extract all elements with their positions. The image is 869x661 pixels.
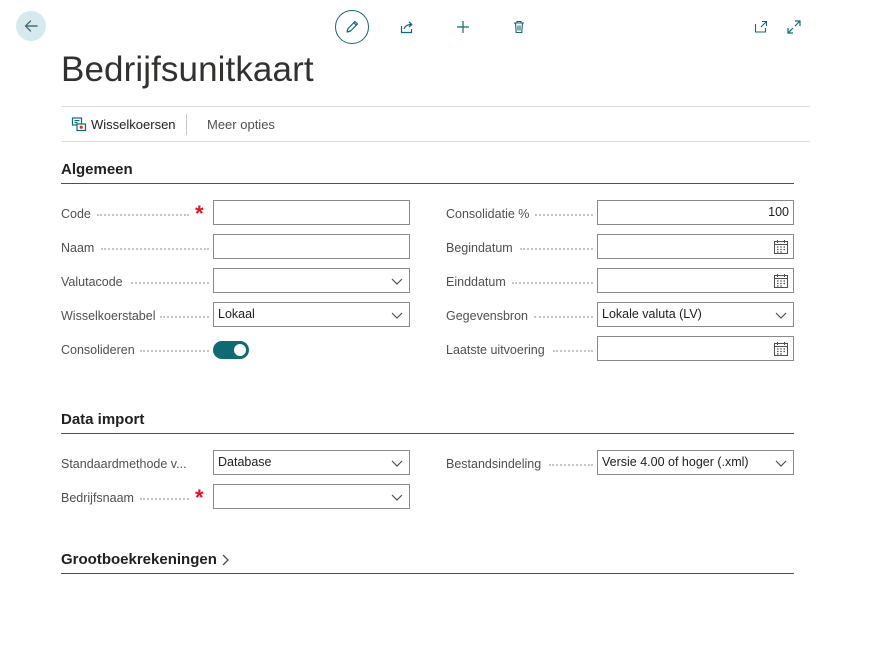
default-method-label: Standaardmethode v... bbox=[61, 457, 187, 471]
action-bar: Wisselkoersen Meer opties bbox=[61, 106, 810, 142]
file-format-leader bbox=[549, 464, 593, 466]
company-name-label: Bedrijfsnaam bbox=[61, 491, 134, 505]
last-run-label: Laatste uitvoering bbox=[446, 343, 545, 357]
company-name-leader bbox=[140, 498, 189, 500]
pencil-icon bbox=[346, 20, 359, 33]
start-date-field[interactable] bbox=[597, 234, 794, 259]
exchange-rates-action[interactable]: Wisselkoersen bbox=[71, 116, 176, 132]
chevron-down-icon bbox=[391, 278, 403, 285]
consolidate-toggle[interactable] bbox=[213, 341, 249, 359]
section-data-import-heading[interactable]: Data import bbox=[61, 411, 794, 434]
exchange-rate-table-select[interactable]: Lokaal bbox=[213, 302, 410, 327]
chevron-down-icon bbox=[391, 460, 403, 467]
consolidation-pct-leader bbox=[535, 214, 593, 216]
page-title: Bedrijfsunitkaart bbox=[61, 50, 314, 89]
trash-icon bbox=[514, 20, 524, 34]
expand-icon bbox=[787, 20, 801, 34]
currency-code-label: Valutacode bbox=[61, 275, 123, 289]
exchange-rate-table-value: Lokaal bbox=[218, 307, 255, 321]
plus-icon bbox=[457, 21, 469, 33]
file-format-select[interactable]: Versie 4.00 of hoger (.xml) bbox=[597, 450, 794, 475]
calendar-icon[interactable] bbox=[773, 273, 789, 289]
new-button[interactable] bbox=[453, 17, 473, 37]
exchange-rate-table-leader bbox=[160, 316, 209, 318]
chevron-down-icon bbox=[775, 460, 787, 467]
toggle-knob bbox=[234, 344, 246, 356]
exchange-rates-icon bbox=[71, 117, 87, 132]
open-new-window-button[interactable] bbox=[751, 17, 771, 37]
default-method-value: Database bbox=[218, 455, 272, 469]
section-general-heading[interactable]: Algemeen bbox=[61, 161, 794, 184]
expand-button[interactable] bbox=[784, 17, 804, 37]
share-icon bbox=[400, 21, 413, 34]
end-date-label: Einddatum bbox=[446, 275, 506, 289]
last-run-leader bbox=[553, 350, 593, 352]
exchange-rate-table-label: Wisselkoerstabel bbox=[61, 309, 156, 323]
last-run-field[interactable] bbox=[597, 336, 794, 361]
consolidation-pct-field[interactable]: 100 bbox=[597, 200, 794, 225]
required-indicator: * bbox=[195, 485, 204, 510]
currency-code-leader bbox=[131, 282, 209, 284]
delete-button[interactable] bbox=[509, 17, 529, 37]
file-format-value: Versie 4.00 of hoger (.xml) bbox=[602, 455, 749, 469]
more-options-action[interactable]: Meer opties bbox=[207, 117, 275, 132]
data-source-leader bbox=[534, 316, 593, 318]
chevron-right-icon bbox=[222, 554, 229, 565]
code-leader bbox=[97, 214, 189, 216]
chevron-down-icon bbox=[391, 312, 403, 319]
open-in-new-window-icon bbox=[754, 20, 768, 33]
chevron-down-icon bbox=[775, 312, 787, 319]
currency-code-select[interactable] bbox=[213, 268, 410, 293]
start-date-leader bbox=[520, 248, 593, 250]
code-label: Code bbox=[61, 207, 91, 221]
consolidate-label: Consolideren bbox=[61, 343, 135, 357]
file-format-label: Bestandsindeling bbox=[446, 457, 542, 471]
action-separator bbox=[186, 114, 187, 135]
back-button[interactable] bbox=[16, 11, 46, 41]
calendar-icon[interactable] bbox=[773, 239, 789, 255]
data-source-label: Gegevensbron bbox=[446, 309, 529, 323]
company-name-select[interactable] bbox=[213, 484, 410, 509]
name-field[interactable] bbox=[213, 234, 410, 259]
default-method-select[interactable]: Database bbox=[213, 450, 410, 475]
consolidate-leader bbox=[140, 350, 209, 352]
required-indicator: * bbox=[195, 201, 204, 226]
end-date-field[interactable] bbox=[597, 268, 794, 293]
data-source-select[interactable]: Lokale valuta (LV) bbox=[597, 302, 794, 327]
name-label: Naam bbox=[61, 241, 95, 255]
data-source-value: Lokale valuta (LV) bbox=[602, 307, 702, 321]
arrow-left-icon bbox=[24, 20, 38, 32]
end-date-leader bbox=[512, 282, 593, 284]
name-leader bbox=[101, 248, 209, 250]
code-field[interactable] bbox=[213, 200, 410, 225]
section-gl-accounts-heading[interactable]: Grootboekrekeningen bbox=[61, 551, 794, 574]
exchange-rates-label: Wisselkoersen bbox=[91, 116, 176, 132]
edit-button[interactable] bbox=[335, 10, 369, 44]
start-date-label: Begindatum bbox=[446, 241, 513, 255]
consolidation-pct-label: Consolidatie % bbox=[446, 207, 530, 221]
share-button[interactable] bbox=[397, 17, 417, 37]
gl-accounts-heading-text: Grootboekrekeningen bbox=[61, 551, 217, 568]
chevron-down-icon bbox=[391, 494, 403, 501]
calendar-icon[interactable] bbox=[773, 341, 789, 357]
